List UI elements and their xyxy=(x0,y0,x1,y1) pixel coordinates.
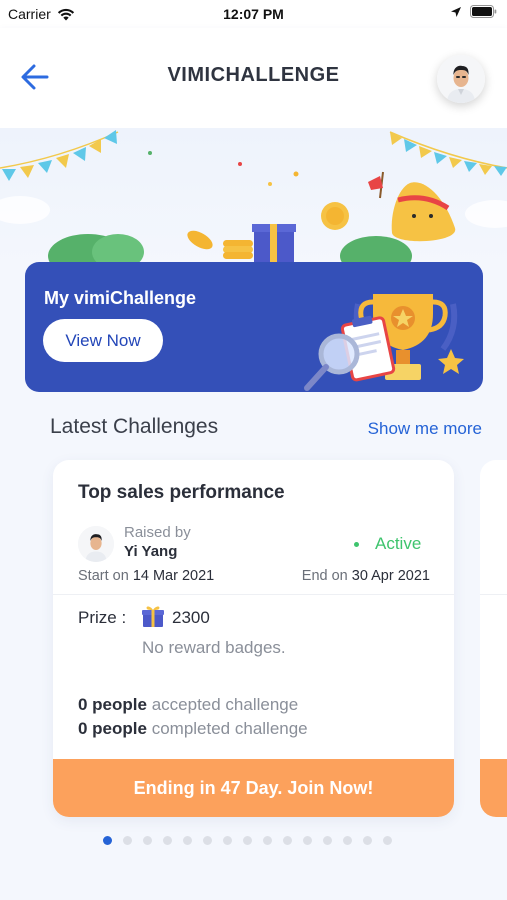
accepted-label: accepted challenge xyxy=(151,695,299,714)
nav-bar: VIMICHALLENGE xyxy=(0,28,507,128)
completed-count: 0 people xyxy=(78,719,147,738)
completed-label: completed challenge xyxy=(151,719,308,738)
page-dot[interactable] xyxy=(283,836,292,845)
next-challenge-card[interactable] xyxy=(480,460,507,817)
page-dot[interactable] xyxy=(163,836,172,845)
accepted-stat: 0 people accepted challenge xyxy=(78,695,298,715)
section-title: Latest Challenges xyxy=(50,415,219,438)
next-cta xyxy=(480,759,507,817)
challenge-title: Top sales performance xyxy=(78,482,285,503)
status-badge: Active xyxy=(375,534,422,553)
end-date-group: End on 30 Apr 2021 xyxy=(302,568,430,584)
end-label: End on xyxy=(301,568,348,584)
page-indicator[interactable] xyxy=(103,836,392,845)
page-dot[interactable] xyxy=(263,836,272,845)
status-bar: Carrier 12:07 PM xyxy=(0,0,507,28)
celebration-illustration xyxy=(0,130,507,268)
person-photo-icon xyxy=(437,55,485,103)
join-now-button[interactable]: Ending in 47 Day. Join Now! xyxy=(53,759,454,817)
raised-by-label: Raised by xyxy=(124,524,191,541)
page-dot[interactable] xyxy=(103,836,112,845)
person-photo-icon xyxy=(78,526,114,562)
start-date-group: Start on 14 Mar 2021 xyxy=(78,568,214,584)
end-date: 30 Apr 2021 xyxy=(351,568,430,584)
location-arrow-icon xyxy=(451,6,461,17)
hero-illustration xyxy=(0,128,507,268)
prize-label: Prize : xyxy=(78,608,127,627)
completed-stat: 0 people completed challenge xyxy=(78,719,308,739)
challenge-card[interactable]: Top sales performance Raised by Yi Yang … xyxy=(53,460,454,817)
trophy-icon xyxy=(304,294,464,391)
page-dot[interactable] xyxy=(143,836,152,845)
status-dot-icon xyxy=(354,542,359,547)
status-indicators xyxy=(450,5,497,18)
start-label: Start on xyxy=(78,568,129,584)
battery-icon xyxy=(470,5,497,18)
prize-value: 2300 xyxy=(172,608,210,627)
page-dot[interactable] xyxy=(323,836,332,845)
badges-text: No reward badges. xyxy=(142,638,286,657)
my-challenge-banner[interactable]: My vimiChallenge View Now xyxy=(25,262,483,392)
view-now-button[interactable]: View Now xyxy=(43,319,163,362)
page-dot[interactable] xyxy=(123,836,132,845)
clock: 12:07 PM xyxy=(223,6,284,22)
page-dot[interactable] xyxy=(183,836,192,845)
page-dot[interactable] xyxy=(383,836,392,845)
show-more-link[interactable]: Show me more xyxy=(368,419,482,439)
start-date: 14 Mar 2021 xyxy=(132,568,215,584)
page-dot[interactable] xyxy=(203,836,212,845)
accepted-count: 0 people xyxy=(78,695,147,714)
divider xyxy=(480,594,507,595)
page-dot[interactable] xyxy=(243,836,252,845)
page-dot[interactable] xyxy=(223,836,232,845)
page-dot[interactable] xyxy=(363,836,372,845)
page-title: VIMICHALLENGE xyxy=(167,64,340,86)
banner-title: My vimiChallenge xyxy=(44,288,197,308)
divider xyxy=(53,594,454,595)
raiser-name: Yi Yang xyxy=(124,543,178,560)
profile-avatar[interactable] xyxy=(437,55,485,103)
challenge-dates: Start on 14 Mar 2021 End on 30 Apr 2021 xyxy=(78,568,430,584)
page-dot[interactable] xyxy=(303,836,312,845)
page-dot[interactable] xyxy=(343,836,352,845)
gift-icon xyxy=(142,606,164,627)
raiser-avatar xyxy=(78,526,114,562)
